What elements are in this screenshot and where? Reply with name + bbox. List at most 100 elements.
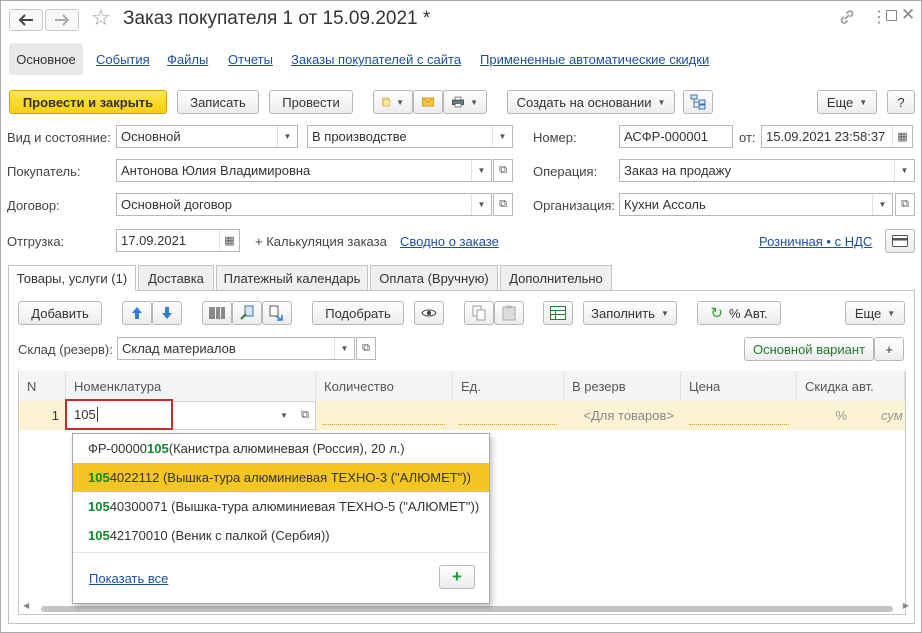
order-summary-link[interactable]: Сводно о заказе <box>400 234 499 249</box>
sheet-button[interactable] <box>543 301 573 325</box>
status-kind-value: Основной <box>121 129 181 144</box>
move-down-button[interactable] <box>152 301 182 325</box>
open-warehouse-icon[interactable]: ⧉ <box>356 337 376 360</box>
more-button[interactable]: Еще ▼ <box>817 90 877 114</box>
open-buyer-icon[interactable]: ⧉ <box>493 159 513 182</box>
col-header-reserve[interactable]: В резерв <box>564 371 681 401</box>
fill-button[interactable]: Заполнить ▼ <box>583 301 677 325</box>
chevron-down-icon: ▼ <box>887 308 896 318</box>
operation-select[interactable]: Заказ на продажу ▼ <box>619 159 915 182</box>
help-button[interactable]: ? <box>887 90 915 114</box>
col-header-nomenclature[interactable]: Номенклатура <box>66 371 316 401</box>
price-type-link[interactable]: Розничная • с НДС <box>759 234 872 249</box>
reserve-cell[interactable]: <Для товаров> <box>564 408 674 423</box>
scan-tsd-button[interactable] <box>232 301 262 325</box>
copy-rows-button[interactable] <box>464 301 494 325</box>
create-based-on-button[interactable]: Создать на основании ▼ <box>507 90 675 114</box>
show-all-link[interactable]: Показать все <box>89 571 168 586</box>
show-eye-button[interactable] <box>414 301 444 325</box>
chevron-down-icon: ▼ <box>859 97 868 107</box>
open-organization-icon[interactable]: ⧉ <box>895 193 915 216</box>
calculation-toggle[interactable]: + Калькуляция заказа <box>255 234 387 249</box>
post-and-close-button[interactable]: Провести и закрыть <box>9 90 167 114</box>
unit-cell[interactable] <box>459 405 557 425</box>
col-header-discount[interactable]: Скидка авт. <box>797 371 905 401</box>
tab-goods-services[interactable]: Товары, услуги (1) <box>8 265 136 291</box>
dropdown-item[interactable]: 105 40300071 (Вышка-тура алюминиевая ТЕХН… <box>73 492 489 521</box>
barcode-icon <box>209 307 225 319</box>
payment-terminal-button[interactable] <box>885 229 915 253</box>
nav-tab-reports[interactable]: Отчеты <box>228 52 273 67</box>
maximize-icon[interactable] <box>886 10 897 21</box>
dropdown-item-selected[interactable]: 105 4022112 (Вышка-тура алюминиевая ТЕХНО… <box>73 463 489 492</box>
row-number: 1 <box>51 408 59 423</box>
nav-tab-auto-discounts[interactable]: Примененные автоматические скидки <box>480 52 709 67</box>
nav-tab-files[interactable]: Файлы <box>167 52 208 67</box>
forward-button[interactable] <box>45 9 79 31</box>
favorite-star-icon[interactable]: ☆ <box>91 7 111 29</box>
arrow-down-icon <box>162 307 172 319</box>
horizontal-scrollbar[interactable]: ◀ ▶ <box>23 601 909 613</box>
pick-button[interactable]: Подобрать <box>312 301 404 325</box>
organization-select[interactable]: Кухни Ассоль ▼ <box>619 193 893 216</box>
status-state-select[interactable]: В производстве ▼ <box>307 125 513 148</box>
auto-discount-button[interactable]: ↻ % Авт. <box>697 301 781 325</box>
quantity-cell[interactable] <box>323 405 445 425</box>
buyer-select[interactable]: Антонова Юлия Владимировна ▼ <box>116 159 492 182</box>
nav-tab-main[interactable]: Основное <box>9 43 83 75</box>
window-title: Заказ покупателя 1 от 15.09.2021 * <box>123 8 431 29</box>
tab-payment-manual[interactable]: Оплата (Вручную) <box>370 265 498 290</box>
import-button[interactable] <box>262 301 292 325</box>
post-button[interactable]: Провести <box>269 90 353 114</box>
warehouse-select[interactable]: Склад материалов ▼ <box>117 337 355 360</box>
open-item-icon[interactable]: ⧉ <box>295 404 315 426</box>
tab-payment-calendar[interactable]: Платежный календарь <box>216 265 368 290</box>
chevron-down-icon: ▼ <box>396 97 404 107</box>
tab-delivery[interactable]: Доставка <box>138 265 214 290</box>
calendar-icon[interactable]: ▦ <box>892 126 912 147</box>
main-variant-button[interactable]: Основной вариант <box>744 337 874 361</box>
date-field[interactable]: 15.09.2021 23:58:37 ▦ <box>761 125 913 148</box>
status-kind-select[interactable]: Основной ▼ <box>116 125 298 148</box>
tab-additional[interactable]: Дополнительно <box>500 265 612 290</box>
nav-tab-events[interactable]: События <box>96 52 150 67</box>
link-icon[interactable] <box>839 9 855 25</box>
move-up-button[interactable] <box>122 301 152 325</box>
create-item-button[interactable]: + <box>439 565 475 589</box>
dropdown-item[interactable]: ФР-00000 105 (Канистра алюминевая (Россия… <box>73 434 489 463</box>
more-vertical-icon[interactable]: ⋮ <box>871 7 887 27</box>
chevron-down-icon[interactable]: ▼ <box>275 405 293 425</box>
buyer-value: Антонова Юлия Владимировна <box>121 163 311 178</box>
scroll-thumb[interactable] <box>41 606 893 612</box>
print-docs-button[interactable]: ▼ <box>373 90 413 114</box>
scroll-right-icon[interactable]: ▶ <box>903 601 909 610</box>
col-header-n[interactable]: N <box>19 371 66 401</box>
price-cell[interactable] <box>689 405 789 425</box>
calendar-icon[interactable]: ▦ <box>219 230 239 251</box>
arrow-left-icon <box>18 14 33 26</box>
save-button[interactable]: Записать <box>177 90 259 114</box>
dropdown-item[interactable]: 105 42170010 (Веник с палкой (Сербия)) <box>73 521 489 550</box>
nomenclature-input[interactable]: 105 <box>65 399 173 430</box>
add-variant-button[interactable]: + <box>874 337 904 361</box>
shipment-date-field[interactable]: 17.09.2021 ▦ <box>116 229 240 252</box>
structure-button[interactable] <box>683 90 713 114</box>
nav-tab-site-orders[interactable]: Заказы покупателей с сайта <box>291 52 461 67</box>
add-row-button[interactable]: Добавить <box>18 301 102 325</box>
col-header-price[interactable]: Цена <box>681 371 797 401</box>
col-header-unit[interactable]: Ед. <box>453 371 564 401</box>
paste-rows-button[interactable] <box>494 301 524 325</box>
open-contract-icon[interactable]: ⧉ <box>493 193 513 216</box>
envelope-icon <box>422 97 434 107</box>
scanner-icon <box>240 305 254 320</box>
number-field[interactable]: АСФР-000001 <box>619 125 733 148</box>
contract-select[interactable]: Основной договор ▼ <box>116 193 492 216</box>
table-more-button[interactable]: Еще ▼ <box>845 301 905 325</box>
close-icon[interactable]: ✕ <box>901 5 915 25</box>
scroll-left-icon[interactable]: ◀ <box>23 601 29 610</box>
back-button[interactable] <box>9 9 43 31</box>
print-button[interactable]: ▼ <box>443 90 487 114</box>
email-button[interactable] <box>413 90 443 114</box>
col-header-quantity[interactable]: Количество <box>316 371 453 401</box>
barcode-button[interactable] <box>202 301 232 325</box>
